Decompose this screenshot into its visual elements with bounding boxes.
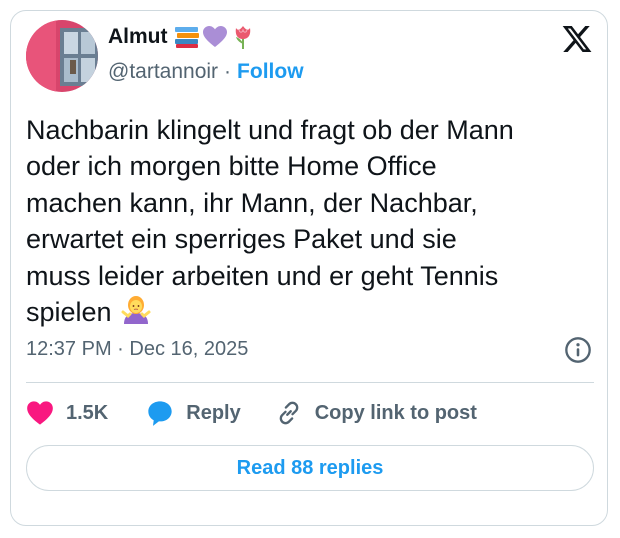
purple-heart-emoji (202, 26, 227, 47)
post-text: Nachbarin klingelt und fragt ob der Mann… (26, 112, 586, 335)
like-button[interactable]: 1.5K (26, 400, 108, 426)
author-name-row: Almut (108, 22, 256, 52)
reply-button[interactable]: Reply (146, 399, 241, 427)
x-logo-icon[interactable] (560, 23, 594, 55)
heart-icon (27, 401, 53, 425)
author-handle[interactable]: @tartannoir (108, 60, 218, 84)
tulip-emoji (235, 26, 250, 49)
link-icon (279, 401, 299, 425)
post-text-content: Nachbarin klingelt und fragt ob der Mann… (26, 115, 514, 328)
post-timestamp[interactable]: 12:37 PM · Dec 16, 2025 (26, 338, 248, 361)
reply-label: Reply (186, 401, 241, 424)
read-replies-button[interactable]: Read 88 replies (26, 445, 594, 491)
info-icon[interactable] (564, 336, 592, 364)
avatar[interactable] (26, 20, 98, 92)
like-count: 1.5K (66, 401, 109, 424)
reply-bubble-icon (148, 401, 172, 426)
action-bar: 1.5K Reply Copy link to post (26, 396, 477, 430)
follow-link[interactable]: Follow (237, 60, 304, 84)
person-shrugging-emoji (120, 294, 152, 335)
avatar-image (26, 20, 98, 92)
name-emojis (174, 24, 256, 50)
author-name[interactable]: Almut (108, 25, 168, 49)
divider (26, 382, 594, 383)
separator-dot: · (224, 60, 232, 83)
read-replies-label: Read 88 replies (236, 456, 384, 479)
copy-link-button[interactable]: Copy link to post (275, 399, 477, 427)
copy-link-label: Copy link to post (314, 401, 477, 424)
books-emoji (174, 27, 199, 48)
author-handle-row: @tartannoir · Follow (108, 60, 304, 84)
